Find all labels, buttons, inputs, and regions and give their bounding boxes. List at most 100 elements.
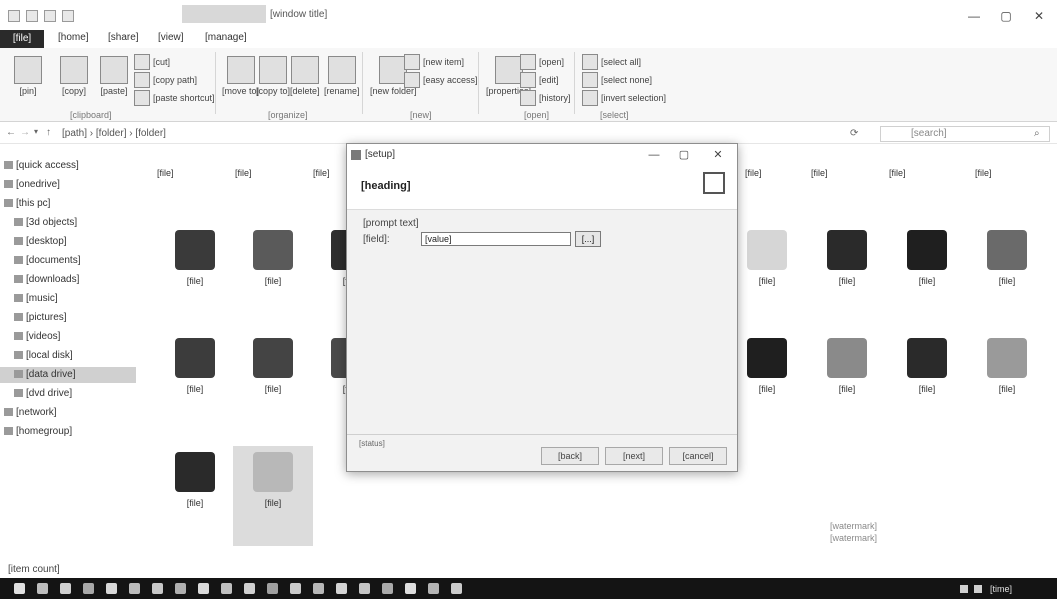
file-name-label[interactable]: [file] xyxy=(745,168,762,178)
cancel-button[interactable]: [cancel] xyxy=(669,447,727,465)
search-input[interactable]: [search] xyxy=(880,126,1050,142)
taskbar-app-icon[interactable] xyxy=(83,583,94,594)
tab-home[interactable]: [home] xyxy=(58,32,89,46)
dialog-close-button[interactable]: ✕ xyxy=(707,147,729,163)
pin-button[interactable]: [pin] xyxy=(14,56,42,96)
file-item[interactable]: [file] xyxy=(727,224,807,324)
nav-item[interactable]: [data drive] xyxy=(0,367,136,383)
edit-button[interactable]: [edit] xyxy=(520,72,559,88)
network-icon[interactable] xyxy=(960,585,968,593)
tab-file[interactable]: [file] xyxy=(0,30,44,48)
taskbar-app-icon[interactable] xyxy=(129,583,140,594)
paste-button[interactable]: [paste] xyxy=(100,56,128,96)
file-item[interactable]: [file] xyxy=(887,224,967,324)
dialog-minimize-button[interactable]: — xyxy=(643,147,665,163)
up-icon[interactable]: ↑ xyxy=(46,127,51,138)
file-name-label[interactable]: [file] xyxy=(889,168,906,178)
nav-item[interactable]: [onedrive] xyxy=(0,177,136,193)
taskbar-app-icon[interactable] xyxy=(359,583,370,594)
cut-button[interactable]: [cut] xyxy=(134,54,170,70)
address-path[interactable]: [path] › [folder] › [folder] xyxy=(62,126,842,142)
minimize-button[interactable]: — xyxy=(960,8,988,24)
file-item[interactable]: [file] xyxy=(155,224,235,324)
open-button[interactable]: [open] xyxy=(520,54,564,70)
rename-button[interactable]: [rename] xyxy=(324,56,360,96)
taskbar-app-icon[interactable] xyxy=(221,583,232,594)
nav-item[interactable]: [quick access] xyxy=(0,158,136,174)
taskbar-app-icon[interactable] xyxy=(60,583,71,594)
close-button[interactable]: ✕ xyxy=(1025,8,1053,24)
paste-shortcut-button[interactable]: [paste shortcut] xyxy=(134,90,215,106)
taskbar-app-icon[interactable] xyxy=(336,583,347,594)
file-item[interactable]: [file] xyxy=(155,332,235,432)
refresh-icon[interactable]: ⟳ xyxy=(850,128,858,139)
nav-item[interactable]: [this pc] xyxy=(0,196,136,212)
taskbar-app-icon[interactable] xyxy=(244,583,255,594)
nav-item[interactable]: [homegroup] xyxy=(0,424,136,440)
file-item[interactable]: [file] xyxy=(967,332,1047,432)
taskbar-app-icon[interactable] xyxy=(14,583,25,594)
file-name-label[interactable]: [file] xyxy=(811,168,828,178)
invert-selection-button[interactable]: [invert selection] xyxy=(582,90,666,106)
chevron-down-icon[interactable]: ▾ xyxy=(34,127,38,136)
maximize-button[interactable]: ▢ xyxy=(992,8,1020,24)
select-none-button[interactable]: [select none] xyxy=(582,72,652,88)
taskbar-app-icon[interactable] xyxy=(290,583,301,594)
nav-item[interactable]: [videos] xyxy=(0,329,136,345)
nav-item[interactable]: [documents] xyxy=(0,253,136,269)
properties-icon[interactable] xyxy=(26,10,38,22)
taskbar-app-icon[interactable] xyxy=(382,583,393,594)
chevron-down-icon[interactable] xyxy=(62,10,74,22)
dialog-maximize-button[interactable]: ▢ xyxy=(673,147,695,163)
taskbar-clock[interactable]: [time] xyxy=(990,584,1012,594)
file-name-label[interactable]: [file] xyxy=(975,168,992,178)
taskbar-app-icon[interactable] xyxy=(175,583,186,594)
nav-item[interactable]: [pictures] xyxy=(0,310,136,326)
taskbar-app-icon[interactable] xyxy=(37,583,48,594)
nav-item[interactable]: [desktop] xyxy=(0,234,136,250)
taskbar-app-icon[interactable] xyxy=(198,583,209,594)
nav-item[interactable]: [3d objects] xyxy=(0,215,136,231)
copy-path-button[interactable]: [copy path] xyxy=(134,72,197,88)
dialog-text-field[interactable]: [value] xyxy=(421,232,571,246)
taskbar-app-icon[interactable] xyxy=(428,583,439,594)
copy-button[interactable]: [copy] xyxy=(60,56,88,96)
file-item[interactable]: [file] xyxy=(233,332,313,432)
taskbar-app-icon[interactable] xyxy=(451,583,462,594)
new-folder-icon[interactable] xyxy=(44,10,56,22)
back-button[interactable]: [back] xyxy=(541,447,599,465)
file-name-label[interactable]: [file] xyxy=(157,168,174,178)
copy-to-button[interactable]: [copy to] xyxy=(256,56,290,96)
taskbar-app-icon[interactable] xyxy=(405,583,416,594)
tab-share[interactable]: [share] xyxy=(108,32,139,46)
nav-item[interactable]: [music] xyxy=(0,291,136,307)
file-item[interactable]: [file] xyxy=(233,446,313,546)
forward-icon[interactable]: → xyxy=(20,127,30,138)
file-item[interactable]: [file] xyxy=(807,224,887,324)
taskbar-app-icon[interactable] xyxy=(106,583,117,594)
easy-access-button[interactable]: [easy access] xyxy=(404,72,478,88)
file-item[interactable]: [file] xyxy=(807,332,887,432)
tab-manage[interactable]: [manage] xyxy=(205,32,247,46)
nav-item[interactable]: [dvd drive] xyxy=(0,386,136,402)
file-item[interactable]: [file] xyxy=(155,446,235,546)
delete-button[interactable]: [delete] xyxy=(290,56,320,96)
taskbar-app-icon[interactable] xyxy=(267,583,278,594)
file-item[interactable]: [file] xyxy=(967,224,1047,324)
browse-button[interactable]: [...] xyxy=(575,231,601,247)
file-name-label[interactable]: [file] xyxy=(235,168,252,178)
nav-item[interactable]: [downloads] xyxy=(0,272,136,288)
move-to-button[interactable]: [move to] xyxy=(222,56,259,96)
volume-icon[interactable] xyxy=(974,585,982,593)
taskbar-app-icon[interactable] xyxy=(152,583,163,594)
next-button[interactable]: [next] xyxy=(605,447,663,465)
file-name-label[interactable]: [file] xyxy=(313,168,330,178)
tab-view[interactable]: [view] xyxy=(158,32,184,46)
back-icon[interactable]: ← xyxy=(6,127,16,138)
nav-item[interactable]: [network] xyxy=(0,405,136,421)
taskbar-app-icon[interactable] xyxy=(313,583,324,594)
select-all-button[interactable]: [select all] xyxy=(582,54,641,70)
new-item-button[interactable]: [new item] xyxy=(404,54,464,70)
file-item[interactable]: [file] xyxy=(233,224,313,324)
file-item[interactable]: [file] xyxy=(887,332,967,432)
